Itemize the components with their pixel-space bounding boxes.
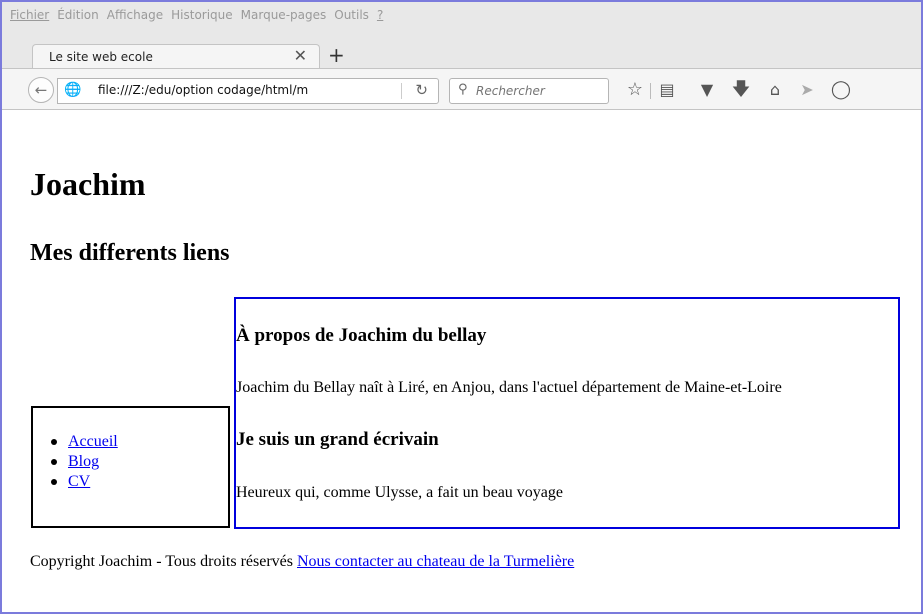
- download-icon[interactable]: 🡇: [728, 77, 754, 103]
- section-heading-writer: Je suis un grand écrivain: [236, 429, 439, 450]
- page-subtitle: Mes differents liens: [30, 240, 230, 266]
- list-item: Accueil: [51, 432, 118, 452]
- menu-fichier[interactable]: Fichier: [10, 8, 49, 22]
- globe-icon: 🌐: [64, 82, 82, 98]
- link-blog[interactable]: Blog: [68, 453, 99, 470]
- copyright-text: Copyright Joachim - Tous droits réservés: [30, 553, 297, 570]
- list-item: Blog: [51, 452, 118, 472]
- menu-help[interactable]: ?: [377, 8, 383, 22]
- link-cv[interactable]: CV: [68, 473, 90, 490]
- footer: Copyright Joachim - Tous droits réservés…: [30, 553, 574, 571]
- section-text-about: Joachim du Bellay naît à Liré, en Anjou,…: [236, 379, 782, 396]
- browser-window: Fichier Édition Affichage Historique Mar…: [0, 0, 923, 614]
- pocket-icon[interactable]: ▼: [694, 77, 720, 103]
- page-content: Joachim Mes differents liens Accueil Blo…: [2, 110, 921, 612]
- links-box: Accueil Blog CV: [31, 406, 230, 528]
- section-heading-about: À propos de Joachim du bellay: [236, 325, 487, 346]
- tab-active[interactable]: Le site web ecole ✕: [32, 44, 320, 69]
- chat-icon[interactable]: ◯: [828, 77, 854, 103]
- star-icon[interactable]: ☆: [622, 77, 648, 103]
- tab-strip: Le site web ecole ✕ +: [2, 28, 921, 69]
- navigation-toolbar: ← 🌐 file:///Z:/edu/option codage/html/m …: [2, 68, 921, 110]
- section-text-writer: Heureux qui, comme Ulysse, a fait un bea…: [236, 484, 564, 501]
- back-icon[interactable]: ←: [28, 77, 54, 103]
- url-bar[interactable]: 🌐 file:///Z:/edu/option codage/html/m ↻: [57, 78, 439, 104]
- send-icon[interactable]: ➤: [794, 77, 820, 103]
- menu-edition[interactable]: Édition: [57, 8, 99, 22]
- tab-title: Le site web ecole: [49, 50, 153, 64]
- new-tab-button[interactable]: +: [328, 44, 345, 66]
- menu-affichage[interactable]: Affichage: [107, 8, 163, 22]
- contact-link[interactable]: Nous contacter au chateau de la Turmeliè…: [297, 553, 574, 570]
- reading-list-icon[interactable]: ▤: [654, 77, 680, 103]
- url-divider: [401, 83, 402, 99]
- page-title: Joachim: [30, 166, 146, 202]
- main-section-box: À propos de Joachim du bellay Joachim du…: [234, 297, 900, 529]
- close-tab-icon[interactable]: ✕: [294, 46, 307, 65]
- search-bar[interactable]: ⚲: [449, 78, 609, 104]
- url-text[interactable]: file:///Z:/edu/option codage/html/m: [98, 83, 308, 97]
- menu-bar: Fichier Édition Affichage Historique Mar…: [2, 2, 921, 28]
- reload-icon[interactable]: ↻: [415, 81, 428, 99]
- menu-marque-pages[interactable]: Marque-pages: [241, 8, 327, 22]
- home-icon[interactable]: ⌂: [762, 77, 788, 103]
- toolbar-separator: [650, 83, 651, 99]
- menu-historique[interactable]: Historique: [171, 8, 233, 22]
- menu-outils[interactable]: Outils: [334, 8, 369, 22]
- list-item: CV: [51, 472, 118, 492]
- search-icon: ⚲: [458, 82, 468, 97]
- links-list: Accueil Blog CV: [51, 432, 118, 492]
- search-input[interactable]: [476, 82, 604, 100]
- link-accueil[interactable]: Accueil: [68, 433, 118, 450]
